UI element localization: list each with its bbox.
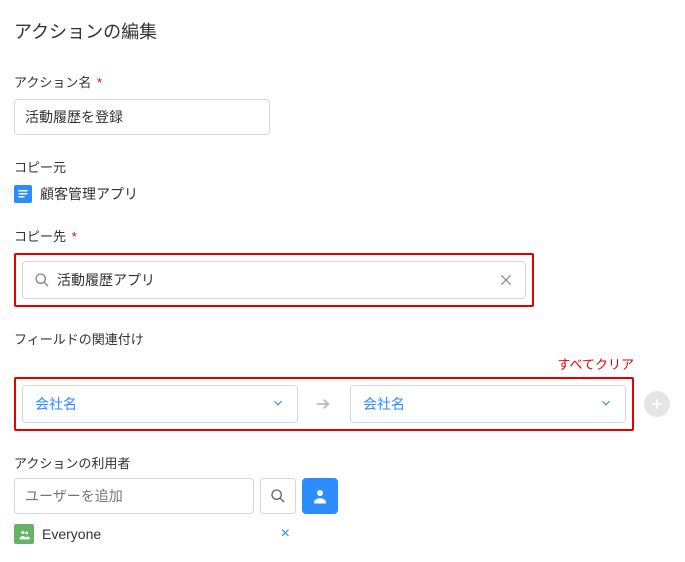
- mapping-target-label: 会社名: [363, 394, 405, 414]
- chevron-down-icon: [271, 396, 285, 413]
- users-section-label: アクションの利用者: [14, 453, 671, 472]
- users-input-row: [14, 478, 671, 514]
- action-name-input[interactable]: [14, 99, 270, 135]
- user-chip-row: Everyone ×: [14, 524, 290, 544]
- copy-from-row: 顧客管理アプリ: [14, 184, 671, 204]
- arrow-right-icon: [310, 393, 338, 415]
- search-icon: [31, 272, 53, 288]
- mapping-section-label: フィールドの関連付け: [14, 329, 671, 348]
- mapping-source-dropdown[interactable]: 会社名: [22, 385, 298, 423]
- copy-to-label-text: コピー先: [14, 229, 66, 244]
- user-chip: Everyone: [14, 524, 101, 544]
- add-user-input[interactable]: [14, 478, 254, 514]
- user-chip-name: Everyone: [42, 526, 101, 542]
- add-mapping-button[interactable]: [644, 391, 670, 417]
- copy-to-block: コピー先 *: [14, 226, 671, 307]
- action-name-block: アクション名 *: [14, 72, 671, 135]
- group-icon: [14, 524, 34, 544]
- mapping-row: 会社名 会社名: [14, 377, 671, 431]
- clear-icon[interactable]: [495, 273, 517, 287]
- copy-to-label: コピー先 *: [14, 226, 671, 245]
- user-search-button[interactable]: [260, 478, 296, 514]
- mapping-target-dropdown[interactable]: 会社名: [350, 385, 626, 423]
- mapping-source-label: 会社名: [35, 394, 77, 414]
- copy-from-app-name: 顧客管理アプリ: [40, 184, 138, 204]
- copy-from-block: コピー元 顧客管理アプリ: [14, 157, 671, 204]
- copy-to-search[interactable]: [22, 261, 526, 299]
- mapping-highlight: 会社名 会社名: [14, 377, 634, 431]
- action-name-label: アクション名 *: [14, 72, 671, 91]
- clear-all-link[interactable]: すべてクリア: [14, 354, 634, 373]
- org-picker-button[interactable]: [302, 478, 338, 514]
- app-icon: [14, 185, 32, 203]
- copy-to-input[interactable]: [53, 272, 495, 288]
- copy-to-highlight: [14, 253, 534, 307]
- copy-from-label: コピー元: [14, 157, 671, 176]
- page-title: アクションの編集: [14, 18, 671, 44]
- action-name-label-text: アクション名: [14, 75, 91, 90]
- required-mark: *: [97, 75, 102, 90]
- remove-chip-icon[interactable]: ×: [281, 525, 290, 543]
- required-mark: *: [72, 229, 77, 244]
- chevron-down-icon: [599, 396, 613, 413]
